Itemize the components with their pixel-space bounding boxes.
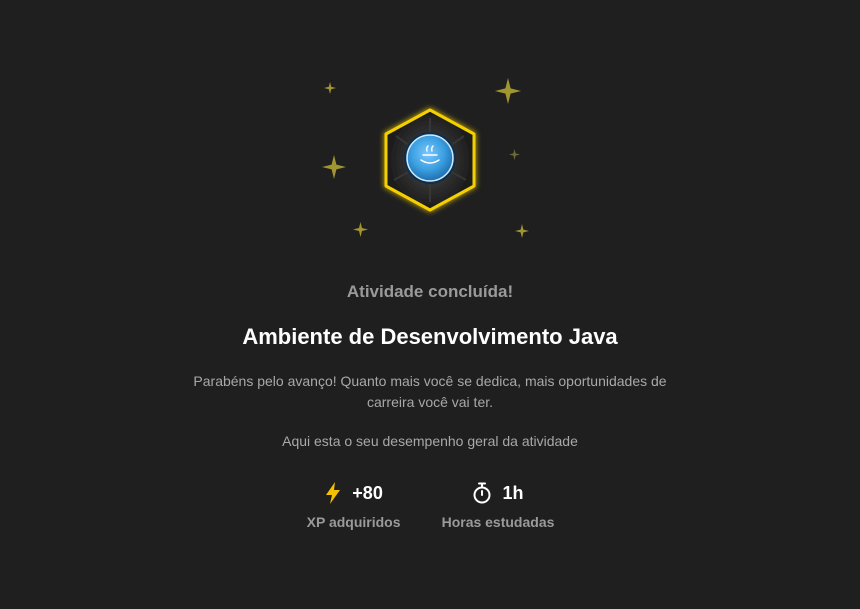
sparkle-icon xyxy=(322,155,346,179)
stopwatch-icon xyxy=(473,482,491,504)
hexagon-badge-icon xyxy=(384,108,476,212)
activity-status-heading: Atividade concluída! xyxy=(346,282,514,301)
activity-title: Ambiente de Desenvolvimento Java xyxy=(242,324,618,349)
sparkle-icon xyxy=(324,82,336,94)
activity-complete-screen: Atividade concluída! Ambiente de Desenvo… xyxy=(0,0,860,609)
sparkle-icon xyxy=(353,222,368,237)
sparkle-icon xyxy=(515,224,529,238)
stat-hours: 1h Horas estudadas xyxy=(441,480,555,530)
stat-xp-label: XP adquiridos xyxy=(306,514,401,530)
stat-xp: +80 XP adquiridos xyxy=(306,480,402,530)
stat-hours-label: Horas estudadas xyxy=(441,514,555,530)
congratulations-message: Parabéns pelo avanço! Quanto mais você s… xyxy=(193,373,667,410)
sparkle-icon xyxy=(509,149,520,160)
performance-summary-text: Aqui esta o seu desempenho geral da ativ… xyxy=(282,433,578,449)
stat-xp-value: +80 xyxy=(352,482,383,503)
lightning-icon xyxy=(326,482,341,504)
sparkle-icon xyxy=(495,78,521,104)
stats-row: +80 XP adquiridos 1h Horas estudadas xyxy=(0,480,860,530)
achievement-badge-area xyxy=(310,70,550,250)
stat-hours-value: 1h xyxy=(502,482,524,503)
